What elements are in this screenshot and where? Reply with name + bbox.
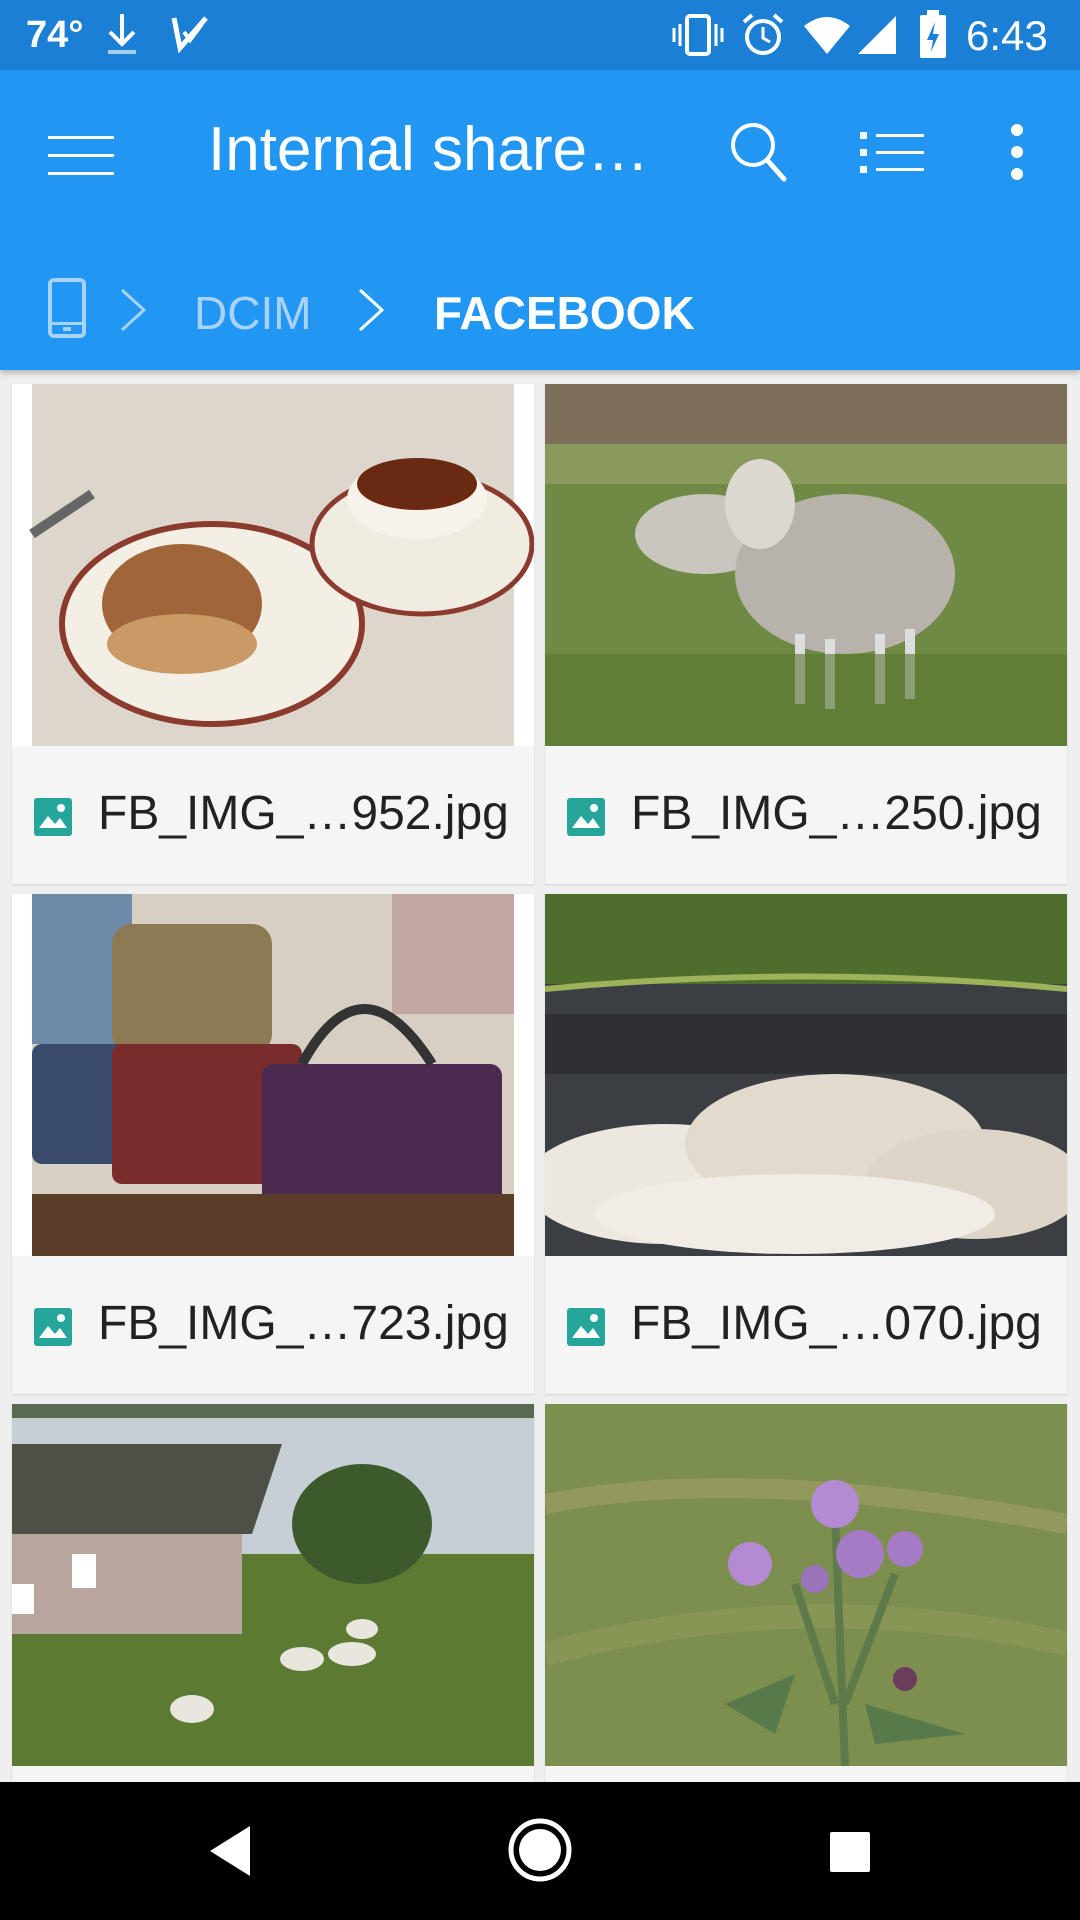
alarm-icon [742, 13, 784, 55]
image-file-icon [567, 798, 605, 836]
check-icon [171, 16, 208, 54]
vibrate-icon [672, 14, 724, 56]
thumbnail-cottage-sheep [12, 1404, 534, 1766]
file-caption: FB_IMG_…250.jpg [545, 746, 1067, 884]
file-tile[interactable]: FB_IMG_…952.jpg [12, 384, 534, 884]
file-tile[interactable] [12, 1404, 534, 1804]
thumbnail-wool [545, 894, 1067, 1256]
file-name: FB_IMG_…250.jpg [631, 787, 1042, 840]
temperature: 74° [26, 14, 84, 56]
file-name: FB_IMG_…070.jpg [631, 1297, 1042, 1350]
image-file-icon [567, 1308, 605, 1346]
wifi-icon [804, 17, 850, 54]
file-caption: FB_IMG_…952.jpg [12, 746, 534, 884]
chevron-right-icon [120, 288, 147, 332]
file-tile[interactable]: FB_IMG_…250.jpg [545, 384, 1067, 884]
breadcrumb-dcim[interactable]: DCIM [194, 286, 312, 340]
back-icon[interactable] [206, 1824, 254, 1878]
home-icon[interactable] [506, 1816, 574, 1884]
recents-icon[interactable] [828, 1830, 872, 1874]
file-name: FB_IMG_…723.jpg [98, 1297, 509, 1350]
page-title: Internal share… [208, 115, 650, 184]
phone-icon[interactable] [48, 278, 86, 338]
battery-charging-icon [920, 10, 946, 58]
menu-icon[interactable] [48, 132, 114, 180]
file-caption: FB_IMG_…070.jpg [545, 1256, 1067, 1394]
image-file-icon [34, 1308, 72, 1346]
thumbnail-sheep [545, 384, 1067, 746]
file-name: FB_IMG_…952.jpg [98, 787, 509, 840]
more-vert-icon[interactable] [1000, 122, 1034, 182]
signal-icon [858, 16, 896, 54]
breadcrumb-facebook[interactable]: FACEBOOK [434, 286, 695, 340]
image-file-icon [34, 798, 72, 836]
breadcrumb: DCIM FACEBOOK [0, 260, 1080, 360]
list-view-icon[interactable] [860, 128, 924, 176]
app-bar: Internal share… DCIM FACEBOOK [0, 70, 1080, 370]
clock: 6:43 [966, 12, 1048, 59]
file-tile[interactable]: FB_IMG_…723.jpg [12, 894, 534, 1394]
file-caption: FB_IMG_…723.jpg [12, 1256, 534, 1394]
thumbnail-tweed-bags [12, 894, 534, 1256]
file-tile[interactable] [545, 1404, 1067, 1804]
thumbnail-thistle [545, 1404, 1067, 1766]
thumbnail-scone-tea [12, 384, 534, 746]
file-tile[interactable]: FB_IMG_…070.jpg [545, 894, 1067, 1394]
status-bar: 74° 6:43 [0, 0, 1080, 70]
download-icon [108, 14, 136, 54]
navigation-bar [0, 1782, 1080, 1920]
search-icon[interactable] [728, 120, 788, 184]
chevron-right-icon [358, 288, 385, 332]
